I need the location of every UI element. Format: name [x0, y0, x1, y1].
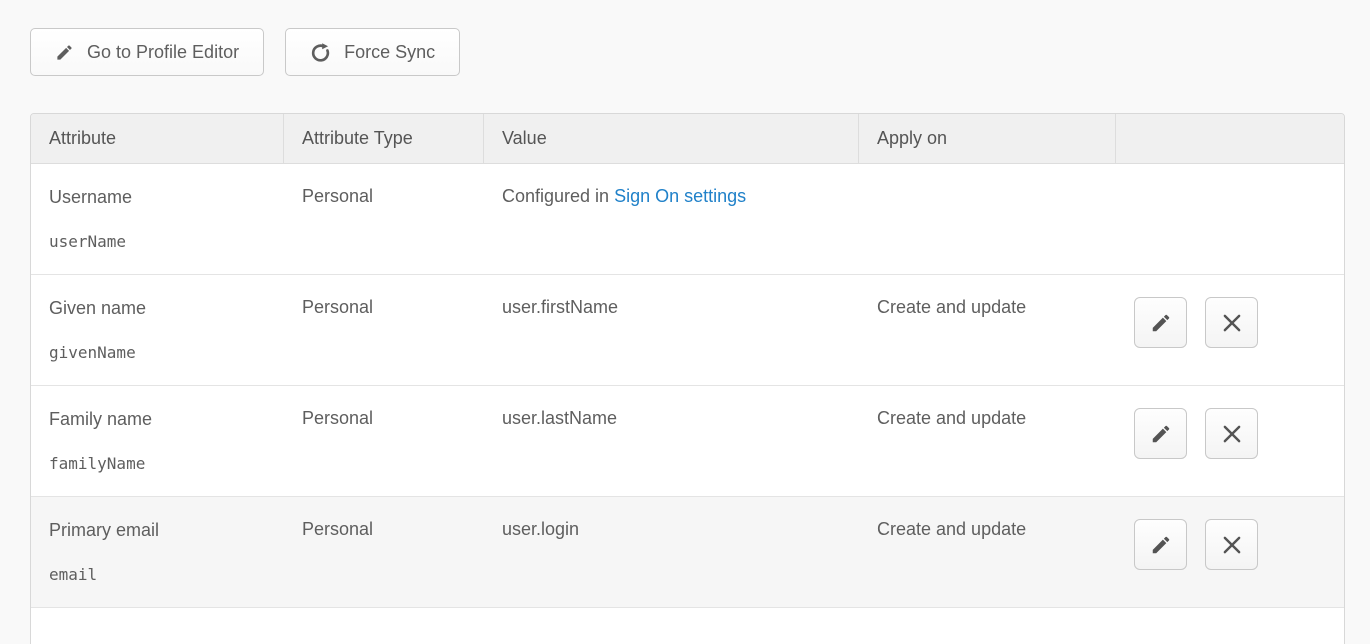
- go-to-profile-editor-label: Go to Profile Editor: [87, 42, 239, 63]
- attribute-label: Username: [49, 186, 266, 208]
- value-cell: Configured in Sign On settings: [484, 164, 859, 274]
- attribute-type-cell: Personal: [284, 386, 484, 496]
- attribute-variable: familyName: [49, 454, 266, 474]
- edit-attribute-button[interactable]: [1134, 519, 1187, 570]
- attribute-label: Family name: [49, 408, 266, 430]
- actions-cell: [1116, 386, 1344, 496]
- apply-on-cell: Create and update: [859, 275, 1116, 385]
- value-cell: user.lastName: [484, 386, 859, 496]
- column-header-attribute: Attribute: [31, 114, 284, 163]
- apply-on-cell: Create and update: [859, 497, 1116, 607]
- attribute-cell: Given name givenName: [31, 275, 284, 385]
- delete-attribute-button[interactable]: [1205, 408, 1258, 459]
- attribute-variable: email: [49, 565, 266, 585]
- actions-cell: [1116, 275, 1344, 385]
- attribute-variable: userName: [49, 232, 266, 252]
- refresh-icon: [310, 42, 331, 63]
- x-icon: [1221, 534, 1243, 556]
- value-text: Configured in: [502, 186, 614, 206]
- pencil-icon: [1150, 423, 1172, 445]
- attribute-mapping-table: Attribute Attribute Type Value Apply on …: [30, 113, 1345, 644]
- edit-attribute-button[interactable]: [1134, 297, 1187, 348]
- table-row-partial: [31, 608, 1344, 644]
- attribute-variable: givenName: [49, 343, 266, 363]
- pencil-icon: [1150, 312, 1172, 334]
- edit-attribute-button[interactable]: [1134, 408, 1187, 459]
- table-row: Family name familyName Personal user.las…: [31, 386, 1344, 497]
- attribute-type-cell: Personal: [284, 497, 484, 607]
- toolbar: Go to Profile Editor Force Sync: [0, 0, 1370, 76]
- x-icon: [1221, 312, 1243, 334]
- apply-on-cell: [859, 164, 1116, 274]
- table-row: Username userName Personal Configured in…: [31, 164, 1344, 275]
- column-header-value: Value: [484, 114, 859, 163]
- attribute-label: Given name: [49, 297, 266, 319]
- column-header-actions: [1116, 114, 1344, 163]
- pencil-icon: [1150, 534, 1172, 556]
- attribute-type-cell: Personal: [284, 164, 484, 274]
- attribute-cell: Username userName: [31, 164, 284, 274]
- table-header-row: Attribute Attribute Type Value Apply on: [31, 114, 1344, 164]
- column-header-apply-on: Apply on: [859, 114, 1116, 163]
- value-cell: user.firstName: [484, 275, 859, 385]
- apply-on-cell: Create and update: [859, 386, 1116, 496]
- value-cell: user.login: [484, 497, 859, 607]
- delete-attribute-button[interactable]: [1205, 297, 1258, 348]
- table-row: Given name givenName Personal user.first…: [31, 275, 1344, 386]
- force-sync-label: Force Sync: [344, 42, 435, 63]
- attribute-cell: Primary email email: [31, 497, 284, 607]
- table-row: Primary email email Personal user.login …: [31, 497, 1344, 608]
- attribute-type-cell: Personal: [284, 275, 484, 385]
- actions-cell: [1116, 497, 1344, 607]
- column-header-attribute-type: Attribute Type: [284, 114, 484, 163]
- attribute-label: Primary email: [49, 519, 266, 541]
- x-icon: [1221, 423, 1243, 445]
- attribute-cell: Family name familyName: [31, 386, 284, 496]
- sign-on-settings-link[interactable]: Sign On settings: [614, 186, 746, 206]
- go-to-profile-editor-button[interactable]: Go to Profile Editor: [30, 28, 264, 76]
- actions-cell: [1116, 164, 1344, 274]
- force-sync-button[interactable]: Force Sync: [285, 28, 460, 76]
- pencil-icon: [55, 43, 74, 62]
- table-body: Username userName Personal Configured in…: [31, 164, 1344, 644]
- delete-attribute-button[interactable]: [1205, 519, 1258, 570]
